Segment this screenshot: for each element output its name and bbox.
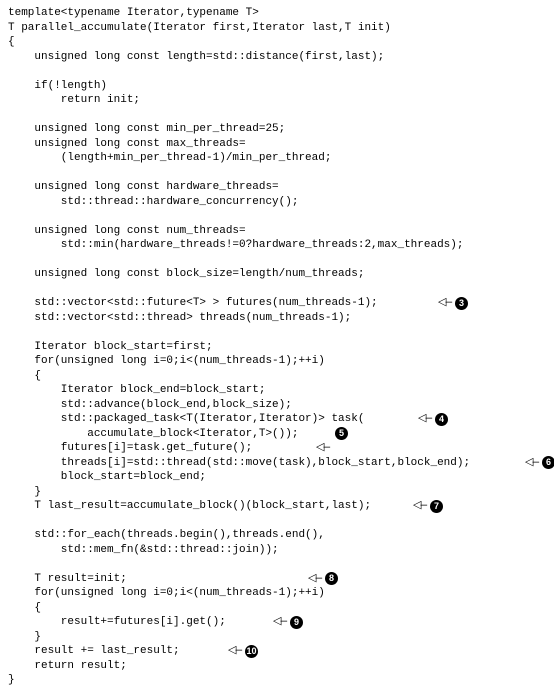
code-line: unsigned long const num_threads= [8,224,546,239]
annotation-marker: ◁— 4 [418,412,448,427]
annotation-marker: 5 [331,427,348,440]
annotation-marker: ◁— 6 [525,456,554,471]
code-line: std::advance(block_end,block_size); [8,398,546,413]
code-line [8,209,546,224]
annotation-marker: ◁— [316,441,333,456]
code-line: { [8,369,546,384]
code-line: result+=futures[i].get();◁—9 [8,615,546,630]
code-listing: template<typename Iterator,typename T>T … [8,6,546,688]
code-line: std::vector<std::future<T> > futures(num… [8,296,546,311]
arrow-icon: ◁— [418,412,431,427]
annotation-marker: ◁— 7 [413,499,443,514]
code-line: std::mem_fn(&std::thread::join)); [8,543,546,558]
annotation-marker: ◁— 3 [438,296,468,311]
annotation-marker: ◁— 9 [273,615,303,630]
code-line: for(unsigned long i=0;i<(num_threads-1);… [8,354,546,369]
code-line: if(!length) [8,79,546,94]
code-line: unsigned long const hardware_threads= [8,180,546,195]
annotation-badge: 3 [455,297,468,310]
arrow-icon: ◁— [525,456,538,471]
annotation-badge: 8 [325,572,338,585]
arrow-icon: ◁— [273,615,286,630]
annotation-marker: ◁— 8 [308,572,338,587]
code-line [8,253,546,268]
code-line: { [8,35,546,50]
code-line [8,325,546,340]
code-line: return result; [8,659,546,674]
code-line: Iterator block_end=block_start; [8,383,546,398]
code-line: T parallel_accumulate(Iterator first,Ite… [8,21,546,36]
arrow-icon: ◁— [316,441,329,456]
code-line: std::packaged_task<T(Iterator,Iterator)>… [8,412,546,427]
code-line: unsigned long const length=std::distance… [8,50,546,65]
code-line [8,64,546,79]
arrow-icon: ◁— [308,572,321,587]
code-line: T last_result=accumulate_block()(block_s… [8,499,546,514]
code-line [8,166,546,181]
code-line: unsigned long const max_threads= [8,137,546,152]
code-line: threads[i]=std::thread(std::move(task),b… [8,456,546,471]
code-line [8,108,546,123]
code-line: unsigned long const block_size=length/nu… [8,267,546,282]
annotation-badge: 6 [542,456,554,469]
code-line [8,557,546,572]
annotation-badge: 10 [245,645,258,658]
code-line: unsigned long const min_per_thread=25; [8,122,546,137]
code-line: Iterator block_start=first; [8,340,546,355]
code-line: } [8,673,546,688]
code-line: T result=init;◁—8 [8,572,546,587]
arrow-icon: ◁— [438,296,451,311]
code-line: { [8,601,546,616]
code-line [8,282,546,297]
code-line: std::thread::hardware_concurrency(); [8,195,546,210]
code-line: std::min(hardware_threads!=0?hardware_th… [8,238,546,253]
code-line: block_start=block_end; [8,470,546,485]
annotation-badge: 9 [290,616,303,629]
code-line: } [8,485,546,500]
annotation-badge: 4 [435,413,448,426]
code-line: (length+min_per_thread-1)/min_per_thread… [8,151,546,166]
code-line: result += last_result;◁—10 [8,644,546,659]
code-line: std::vector<std::thread> threads(num_thr… [8,311,546,326]
code-line: std::for_each(threads.begin(),threads.en… [8,528,546,543]
arrow-icon: ◁— [413,499,426,514]
code-line: futures[i]=task.get_future();◁— [8,441,546,456]
annotation-marker: ◁— 10 [228,644,258,659]
code-line: accumulate_block<Iterator,T>());5 [8,427,546,442]
arrow-icon: ◁— [228,644,241,659]
code-line: template<typename Iterator,typename T> [8,6,546,21]
code-line: for(unsigned long i=0;i<(num_threads-1);… [8,586,546,601]
annotation-badge: 5 [335,427,348,440]
code-line [8,514,546,529]
annotation-badge: 7 [430,500,443,513]
code-line: return init; [8,93,546,108]
code-line: } [8,630,546,645]
